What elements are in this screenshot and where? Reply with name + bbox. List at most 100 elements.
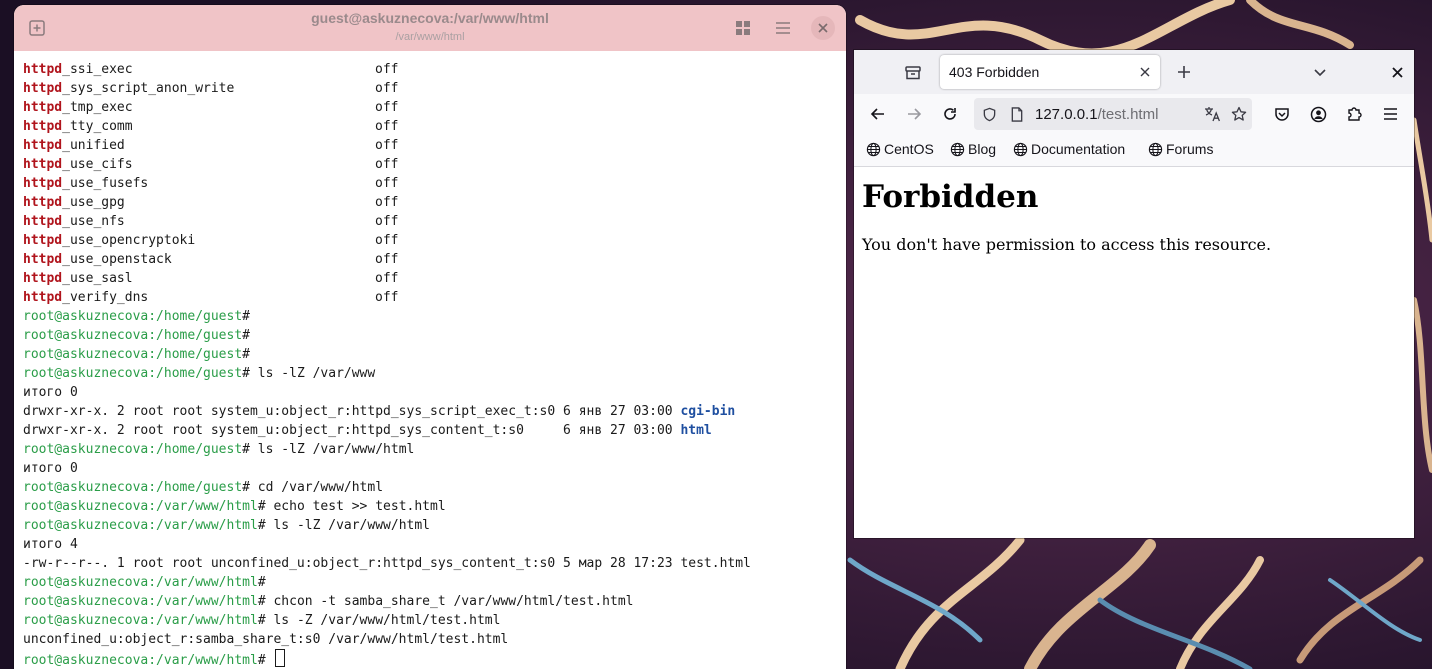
new-tab-button[interactable] [1174,62,1194,82]
reload-button[interactable] [940,104,960,124]
app-menu-button[interactable] [1380,104,1400,124]
forward-button[interactable] [904,104,924,124]
boolean-prefix: httpd [23,138,63,153]
output-line: итого 0 [23,459,843,478]
hamburger-menu-icon [776,22,790,34]
prompt-user: root@askuznecova [23,347,149,362]
boolean-row: httpd_use_cifs off [23,155,843,174]
prompt-line: root@askuznecova:/var/www/html# [23,573,843,592]
tracking-protection-icon[interactable] [981,106,997,122]
boolean-value: off [375,157,399,172]
prompt-path: :/home/guest [148,480,243,495]
boolean-name: _use_gpg [62,195,125,210]
terminal-output[interactable]: httpd_ssi_exec off httpd_sys_script_anon_w… [23,60,843,668]
boolean-name: _tmp_exec [62,100,133,115]
view-button[interactable] [728,13,758,43]
extensions-button[interactable] [1344,104,1364,124]
boolean-prefix: httpd [23,157,63,172]
command-text: # ls -lZ /var/www/html [242,442,415,457]
command-text: # chcon -t samba_share_t /var/www/html/t… [257,594,634,609]
prompt-user: root@askuznecova [23,653,149,668]
prompt-path: :/home/guest [148,347,243,362]
boolean-prefix: httpd [23,214,63,229]
prompt-line: root@askuznecova:/home/guest# ls -lZ /va… [23,440,843,459]
page-info-icon[interactable] [1009,106,1025,122]
boolean-row: httpd_unified off [23,136,843,155]
command-text: # ls -lZ /var/www/html [257,518,430,533]
boolean-row: httpd_use_fusefs off [23,174,843,193]
back-button[interactable] [868,104,888,124]
prompt-line: root@askuznecova:/var/www/html# [23,649,843,668]
globe-icon [866,142,881,156]
bookmark-centos[interactable]: CentOS [866,141,934,157]
tab-close-button[interactable] [1138,65,1152,79]
close-icon [1391,66,1403,78]
boolean-row: httpd_tmp_exec off [23,98,843,117]
boolean-value: off [375,176,399,191]
account-button[interactable] [1308,104,1328,124]
prompt-user: root@askuznecova [23,518,149,533]
prompt-path: :/var/www/html [148,613,258,628]
bookmark-star-button[interactable] [1231,106,1247,122]
firefox-view-button[interactable] [902,62,924,84]
output-line: итого 0 [23,383,843,402]
boolean-prefix: httpd [23,252,63,267]
prompt-user: root@askuznecova [23,366,149,381]
prompt-path: :/home/guest [148,309,243,324]
output-line: итого 4 [23,535,843,554]
url-bar[interactable]: 127.0.0.1/test.html [974,98,1252,130]
boolean-value: off [375,290,399,305]
arrow-right-icon [908,108,922,120]
prompt-path: :/var/www/html [148,518,258,533]
output-line: -rw-r--r--. 1 root root unconfined_u:obj… [23,554,843,573]
boolean-value: off [375,214,399,229]
bookmark-blog[interactable]: Blog [950,141,996,157]
menu-button[interactable] [768,13,798,43]
prompt-path: :/home/guest [148,442,243,457]
bookmark-forums[interactable]: Forums [1148,141,1213,157]
prompt-user: root@askuznecova [23,499,149,514]
boolean-prefix: httpd [23,119,63,134]
list-all-tabs-button[interactable] [1310,62,1330,82]
boolean-value: off [375,100,399,115]
boolean-prefix: httpd [23,195,63,210]
grid-view-icon [736,21,750,35]
arrow-left-icon [870,108,884,120]
boolean-name: _use_cifs [62,157,133,172]
bookmark-label: Forums [1166,141,1214,157]
boolean-row: httpd_use_sasl off [23,269,843,288]
boolean-row: httpd_tty_comm off [23,117,843,136]
boolean-row: httpd_use_openstack off [23,250,843,269]
prompt-path: :/var/www/html [148,575,258,590]
close-button[interactable] [811,16,835,40]
listing-text: drwxr-xr-x. 2 root root system_u:object_… [23,404,681,419]
browser-window[interactable]: 403 Forbidden 127.0.0.1/test.html CentOS… [854,50,1414,538]
pocket-button[interactable] [1272,104,1292,124]
boolean-name: _use_opencryptoki [62,233,196,248]
prompt-line: root@askuznecova:/var/www/html# ls -lZ /… [23,516,843,535]
terminal-window[interactable]: guest@askuznecova:/var/www/html /var/www… [14,5,846,669]
terminal-header-bar[interactable]: guest@askuznecova:/var/www/html /var/www… [14,5,846,51]
plus-icon [1178,66,1190,78]
prompt-line: root@askuznecova:/home/guest# ls -lZ /va… [23,364,843,383]
directory-listing-line: drwxr-xr-x. 2 root root system_u:object_… [23,421,843,440]
text-cursor[interactable] [275,649,286,667]
url-path: /test.html [1097,106,1159,123]
globe-icon [950,142,965,156]
terminal-subtitle: /var/www/html [395,31,465,43]
window-close-button[interactable] [1387,62,1407,82]
command-text: # echo test >> test.html [257,499,446,514]
output-text: -rw-r--r--. 1 root root unconfined_u:obj… [23,556,751,571]
tab-403-forbidden[interactable]: 403 Forbidden [940,55,1160,89]
page-message: You don't have permission to access this… [862,235,1272,254]
prompt-user: root@askuznecova [23,328,149,343]
listing-text: drwxr-xr-x. 2 root root system_u:object_… [23,423,681,438]
boolean-value: off [375,119,399,134]
command-text: # [257,575,266,590]
boolean-prefix: httpd [23,176,63,191]
command-text: # ls -Z /var/www/html/test.html [257,613,501,628]
bookmark-documentation[interactable]: Documentation [1013,141,1125,157]
terminal-title: guest@askuznecova:/var/www/html [311,10,549,26]
translate-button[interactable] [1203,106,1221,122]
boolean-row: httpd_sys_script_anon_write off [23,79,843,98]
